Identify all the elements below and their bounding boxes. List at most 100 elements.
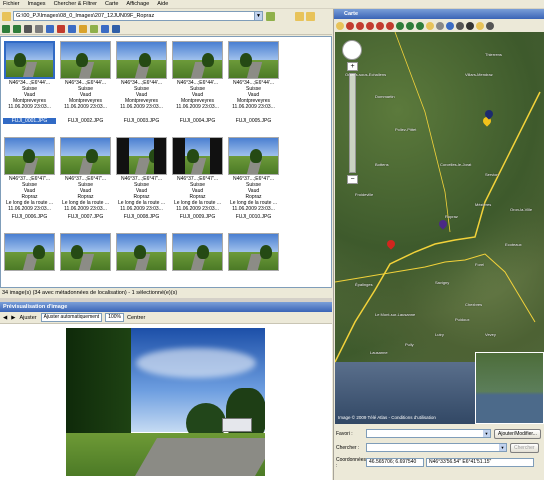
chevron-down-icon[interactable]: ▼ (254, 12, 262, 20)
thumbnail[interactable]: N46°37...;E6°47'... Suisse Vaud Ropraz Le lo… (3, 136, 56, 220)
map-town-label: Le Mont-sur-Lausanne (375, 312, 416, 317)
adjust-label[interactable]: Ajuster (19, 315, 36, 321)
chevron-down-icon[interactable]: ▼ (499, 444, 506, 451)
thumbnail[interactable] (227, 232, 280, 287)
thumbnail-image (60, 233, 111, 271)
zoom-icon[interactable] (456, 21, 464, 30)
go-icon[interactable] (266, 11, 275, 21)
menu-fichier[interactable]: Fichier (3, 1, 20, 7)
thumbnail-meta-line: 11.06.2009 23:03... (8, 206, 51, 212)
path-field[interactable]: G:\00_PJ\Images\08_0_Images\207_12JUN09F… (13, 11, 263, 21)
thumbnail[interactable] (115, 232, 168, 287)
thumbnail[interactable] (3, 232, 56, 287)
thumbnail[interactable]: N46°37...;E6°47'... Suisse Vaud Ropraz Le lo… (171, 136, 224, 220)
marker-move-icon[interactable] (386, 21, 394, 30)
thumbnail[interactable]: N46°37...;E6°47'... Suisse Vaud Ropraz Le lo… (59, 136, 112, 220)
thumbnail[interactable]: N46°34...;E6°44'... Suisse Vaud Montpreveyr… (3, 40, 56, 124)
map-town-label: Villars-Mendraz (465, 72, 493, 77)
thumbnail-meta-line: 11.06.2009 23:03... (64, 206, 107, 212)
prev-icon[interactable]: ◀ (3, 315, 7, 321)
marker-delete-icon[interactable] (376, 21, 384, 30)
search-input[interactable]: ▼ (366, 443, 507, 452)
favorite-select[interactable]: ▼ (366, 429, 491, 438)
track-icon[interactable] (396, 21, 404, 30)
settings-icon[interactable] (101, 24, 109, 33)
center-button[interactable]: Centrer (127, 315, 145, 321)
thumbnail-image (4, 137, 55, 175)
pan-control[interactable] (342, 40, 362, 60)
zoom-out-button[interactable]: − (347, 175, 358, 184)
track-add-icon[interactable] (406, 21, 414, 30)
thumbnail-filename: FUJI_0005.JPG (235, 118, 272, 124)
arrow-icon[interactable] (436, 21, 444, 30)
thumbnail-filename: FUJI_0007.JPG (67, 214, 104, 220)
thumbnail-metadata: N46°37...;E6°47'... Suisse Vaud Ropraz Le lo… (171, 176, 224, 212)
menu-chercher-filtrer[interactable]: Chercher & Filtrer (54, 1, 97, 7)
menu-aide[interactable]: Aide (157, 1, 168, 7)
folder-up-icon[interactable] (295, 11, 304, 21)
folder-new-icon[interactable] (306, 11, 315, 21)
track-edit-icon[interactable] (416, 21, 424, 30)
map-icon[interactable] (46, 24, 54, 33)
thumbnail-image (172, 233, 223, 271)
marker-edit-icon[interactable] (366, 21, 374, 30)
adjust-mode-select[interactable]: Ajuster automatiquement (40, 313, 103, 322)
map-town-label: Bottens (375, 162, 389, 167)
thumbnail[interactable]: N46°37...;E6°47'... Suisse Vaud Ropraz Le lo… (227, 136, 280, 220)
camera-icon[interactable] (24, 24, 32, 33)
map-town-label: Ropraz (445, 214, 458, 219)
marker-icon[interactable] (346, 21, 354, 30)
earth-icon[interactable] (112, 24, 120, 33)
thumbnail[interactable]: N46°34...;E6°44'... Suisse Vaud Montpreveyr… (171, 40, 224, 124)
globe-icon[interactable] (446, 21, 454, 30)
map-view[interactable]: Oulens-sous-Echallens Dommartin Villars-Me… (335, 32, 544, 424)
thumbnail-grid: N46°34...;E6°44'... Suisse Vaud Montpreveyr… (0, 36, 332, 288)
rotate-right-icon[interactable] (13, 24, 21, 33)
star-icon[interactable] (426, 21, 434, 30)
favorite-label: Favori : (336, 430, 353, 437)
thumbnail[interactable] (171, 232, 224, 287)
delete-icon[interactable] (57, 24, 65, 33)
search-label: Chercher : (336, 444, 360, 451)
thumbnail-metadata: N46°37...;E6°47'... Suisse Vaud Ropraz Le lo… (227, 176, 280, 212)
folder-icon[interactable] (2, 11, 11, 21)
hand-icon[interactable] (336, 21, 344, 30)
chevron-down-icon[interactable]: ▼ (483, 430, 490, 437)
coords-label: Coordonnées : (336, 456, 367, 469)
minimap[interactable] (475, 352, 544, 424)
next-icon[interactable]: ▶ (11, 315, 15, 321)
coords-decimal-field[interactable]: 46.565706; 6.697540 (366, 458, 424, 467)
globe-icon[interactable] (68, 24, 76, 33)
export-icon[interactable] (79, 24, 87, 33)
preview-area (0, 324, 332, 480)
menu-affichage[interactable]: Affichage (126, 1, 149, 7)
zoom-slider[interactable] (349, 73, 356, 173)
add-favorite-button[interactable]: Ajouter/Modifier... (494, 428, 541, 439)
menu-images[interactable]: Images (28, 1, 46, 7)
thumbnail[interactable]: N46°34...;E6°44'... Suisse Vaud Montpreveyr… (59, 40, 112, 124)
zoom-in-button[interactable]: + (347, 62, 358, 71)
marker-add-icon[interactable] (356, 21, 364, 30)
map-town-label: Forel (475, 262, 485, 267)
menu-icon[interactable] (486, 21, 494, 30)
thumbnail-metadata: N46°34...;E6°44'... Suisse Vaud Montpreveyr… (3, 80, 56, 110)
thumbnail[interactable] (59, 232, 112, 287)
rotate-left-icon[interactable] (2, 24, 10, 33)
thumbnail-meta-line: 11.06.2009 23:03... (232, 206, 275, 212)
zoom-select[interactable]: 100% (105, 313, 124, 322)
refresh-icon[interactable] (90, 24, 98, 33)
map-town-label: Corcelles-le-Jorat (440, 162, 472, 167)
tag-icon[interactable] (35, 24, 43, 33)
thumbnail[interactable]: N46°34...;E6°44'... Suisse Vaud Montpreveyr… (115, 40, 168, 124)
crosshair-icon[interactable] (466, 21, 474, 30)
thumbnail[interactable]: N46°34...;E6°44'... Suisse Vaud Montpreveyr… (227, 40, 280, 124)
preview-title: Prévisualisation d'image (0, 302, 332, 312)
thumbnail[interactable]: N46°37...;E6°47'... Suisse Vaud Ropraz Le lo… (115, 136, 168, 220)
thumbnail-image (228, 41, 279, 79)
thumbnail-image (172, 137, 223, 175)
folder-icon[interactable] (476, 21, 484, 30)
coords-dms-field[interactable]: N46°33'56.54" E6°41'51.15" (426, 458, 534, 467)
left-pane: G:\00_PJ\Images\08_0_Images\207_12JUN09F… (0, 9, 332, 480)
search-button[interactable]: Chercher (510, 442, 539, 453)
menu-carte[interactable]: Carte (105, 1, 118, 7)
